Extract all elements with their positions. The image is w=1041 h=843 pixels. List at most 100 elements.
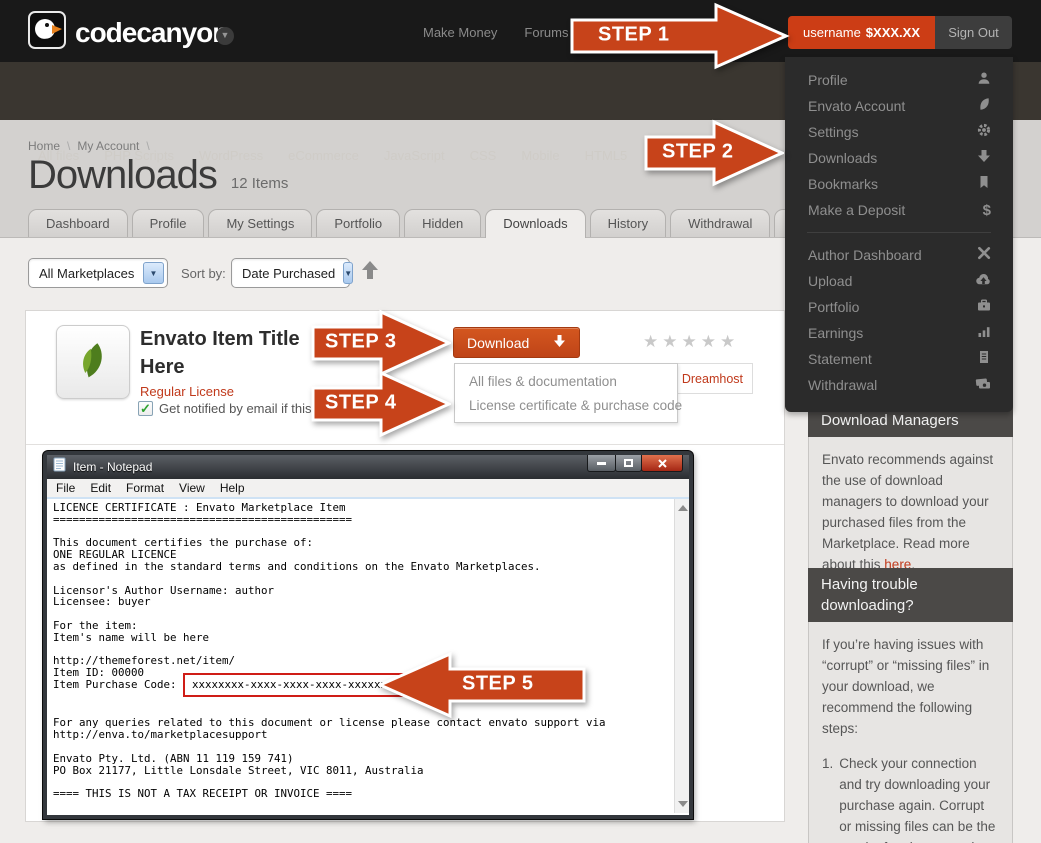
- license-text-bottom: For any queries related to this document…: [47, 691, 689, 800]
- tab-dashboard[interactable]: Dashboard: [28, 209, 128, 237]
- menu-view[interactable]: View: [179, 481, 205, 495]
- menu-all-files[interactable]: All files & documentation: [469, 374, 663, 389]
- account-tabs: Dashboard Profile My Settings Portfolio …: [28, 209, 862, 238]
- bookmark-icon: [977, 175, 991, 194]
- sort-by-label: Sort by:: [181, 266, 226, 281]
- menu-format[interactable]: Format: [126, 481, 164, 495]
- sort-direction-up-icon[interactable]: [362, 261, 378, 284]
- notepad-scrollbar[interactable]: [674, 499, 689, 813]
- menu-divider: [807, 232, 991, 233]
- download-options-menu: All files & documentation License certif…: [454, 363, 678, 423]
- statement-icon: [977, 350, 991, 369]
- scroll-up-icon[interactable]: [678, 505, 688, 511]
- step1-arrow: STEP 1: [570, 1, 790, 71]
- maximize-button[interactable]: [615, 455, 642, 472]
- nav-html5[interactable]: HTML5: [585, 148, 628, 163]
- menu-item-withdrawal[interactable]: Withdrawal: [785, 372, 1013, 398]
- item-thumbnail[interactable]: [56, 325, 130, 399]
- having-trouble-title: Having trouble downloading?: [808, 568, 1013, 622]
- page-title: Downloads: [28, 153, 217, 198]
- minimize-button[interactable]: [587, 455, 616, 472]
- menu-item-statement[interactable]: Statement: [785, 346, 1013, 372]
- codecanyon-downloads-page: codecanyon ▼ Make Money Forums Community…: [0, 0, 1041, 843]
- tab-downloads[interactable]: Downloads: [485, 209, 585, 238]
- username-label: username: [803, 25, 861, 40]
- nav-css[interactable]: CSS: [470, 148, 497, 163]
- username-balance-button[interactable]: username $XXX.XX: [788, 16, 935, 49]
- cash-icon: [975, 376, 991, 395]
- tab-my-settings[interactable]: My Settings: [208, 209, 312, 237]
- download-arrow-icon: [553, 335, 566, 351]
- breadcrumb-my-account[interactable]: My Account: [77, 139, 139, 153]
- item-title[interactable]: Envato Item Title Here: [140, 325, 325, 381]
- sign-out-button[interactable]: Sign Out: [935, 16, 1012, 49]
- step4-arrow: STEP 4: [311, 369, 451, 439]
- card-divider: [26, 444, 784, 445]
- dollar-icon: $: [983, 202, 991, 219]
- download-managers-box: Download Managers Envato recommends agai…: [808, 404, 1013, 588]
- tab-portfolio[interactable]: Portfolio: [316, 209, 400, 237]
- menu-item-author-dashboard[interactable]: Author Dashboard: [785, 242, 1013, 268]
- nav-ecommerce[interactable]: eCommerce: [288, 148, 359, 163]
- gear-icon: [977, 123, 991, 142]
- download-button[interactable]: Download: [453, 327, 580, 358]
- close-button[interactable]: [641, 455, 683, 472]
- balance-label: $XXX.XX: [866, 25, 920, 40]
- item-rating-stars[interactable]: ★★★★★: [643, 332, 739, 352]
- dreamhost-link[interactable]: Dreamhost: [682, 372, 743, 386]
- menu-item-envato-account[interactable]: Envato Account: [785, 93, 1013, 119]
- menu-item-make-a-deposit[interactable]: Make a Deposit $: [785, 197, 1013, 223]
- notepad-app-icon: [53, 457, 66, 477]
- notepad-content: LICENCE CERTIFICATE : Envato Marketplace…: [47, 499, 689, 813]
- menu-item-bookmarks[interactable]: Bookmarks: [785, 171, 1013, 197]
- select-chevron-down-icon: ▼: [343, 262, 353, 284]
- codecanyon-logo[interactable]: codecanyon: [28, 11, 228, 54]
- codecanyon-bird-icon: [28, 11, 66, 54]
- nav-make-money[interactable]: Make Money: [423, 25, 497, 40]
- nav-forums[interactable]: Forums: [524, 25, 568, 40]
- tab-withdrawal[interactable]: Withdrawal: [670, 209, 770, 237]
- purchase-code-line: Item Purchase Code: xxxxxxxx-xxxx-xxxx-x…: [47, 679, 689, 691]
- tab-history[interactable]: History: [590, 209, 666, 237]
- menu-item-upload[interactable]: Upload: [785, 268, 1013, 294]
- sort-select[interactable]: Date Purchased ▼: [231, 258, 350, 288]
- menu-item-profile[interactable]: Profile: [785, 67, 1013, 93]
- bar-chart-icon: [977, 324, 991, 343]
- item-license-link[interactable]: Regular License: [140, 384, 234, 399]
- marketplace-select[interactable]: All Marketplaces ▼: [28, 258, 168, 288]
- download-icon: [977, 149, 991, 168]
- notepad-window-title: Item - Notepad: [73, 460, 152, 474]
- menu-license-certificate[interactable]: License certificate & purchase code: [469, 398, 663, 413]
- breadcrumb-home[interactable]: Home: [28, 139, 60, 153]
- menu-help[interactable]: Help: [220, 481, 245, 495]
- site-header: codecanyon ▼ Make Money Forums Community…: [0, 0, 1041, 62]
- nav-javascript[interactable]: JavaScript: [384, 148, 445, 163]
- tools-icon: [977, 246, 991, 265]
- having-trouble-box: Having trouble downloading? If you’re ha…: [808, 568, 1013, 843]
- marketplace-switcher-caret-icon[interactable]: ▼: [216, 27, 234, 45]
- step5-arrow: STEP 5: [378, 650, 586, 720]
- menu-item-earnings[interactable]: Earnings: [785, 320, 1013, 346]
- envato-leaf-icon: [71, 340, 115, 384]
- select-chevron-down-icon: ▼: [143, 262, 164, 284]
- step2-arrow: STEP 2: [644, 118, 784, 188]
- cloud-upload-icon: [976, 272, 991, 291]
- menu-item-settings[interactable]: Settings: [785, 119, 1013, 145]
- menu-file[interactable]: File: [56, 481, 75, 495]
- leaf-icon: [977, 97, 991, 116]
- menu-item-downloads[interactable]: Downloads: [785, 145, 1013, 171]
- notepad-menubar: File Edit Format View Help: [47, 479, 689, 499]
- scroll-down-icon[interactable]: [678, 801, 688, 807]
- notepad-window: Item - Notepad File Edit Format View Hel…: [43, 451, 693, 819]
- nav-mobile[interactable]: Mobile: [521, 148, 559, 163]
- tab-hidden[interactable]: Hidden: [404, 209, 481, 237]
- notepad-titlebar[interactable]: Item - Notepad: [47, 455, 689, 479]
- menu-item-portfolio[interactable]: Portfolio: [785, 294, 1013, 320]
- briefcase-icon: [977, 298, 991, 317]
- breadcrumb: Home\My Account\: [28, 139, 157, 153]
- account-dropdown-menu: Profile Envato Account Settings Download…: [785, 57, 1013, 412]
- step3-arrow: STEP 3: [311, 308, 451, 378]
- tab-profile[interactable]: Profile: [132, 209, 205, 237]
- menu-edit[interactable]: Edit: [90, 481, 111, 495]
- notify-checkbox[interactable]: ✓: [138, 401, 153, 416]
